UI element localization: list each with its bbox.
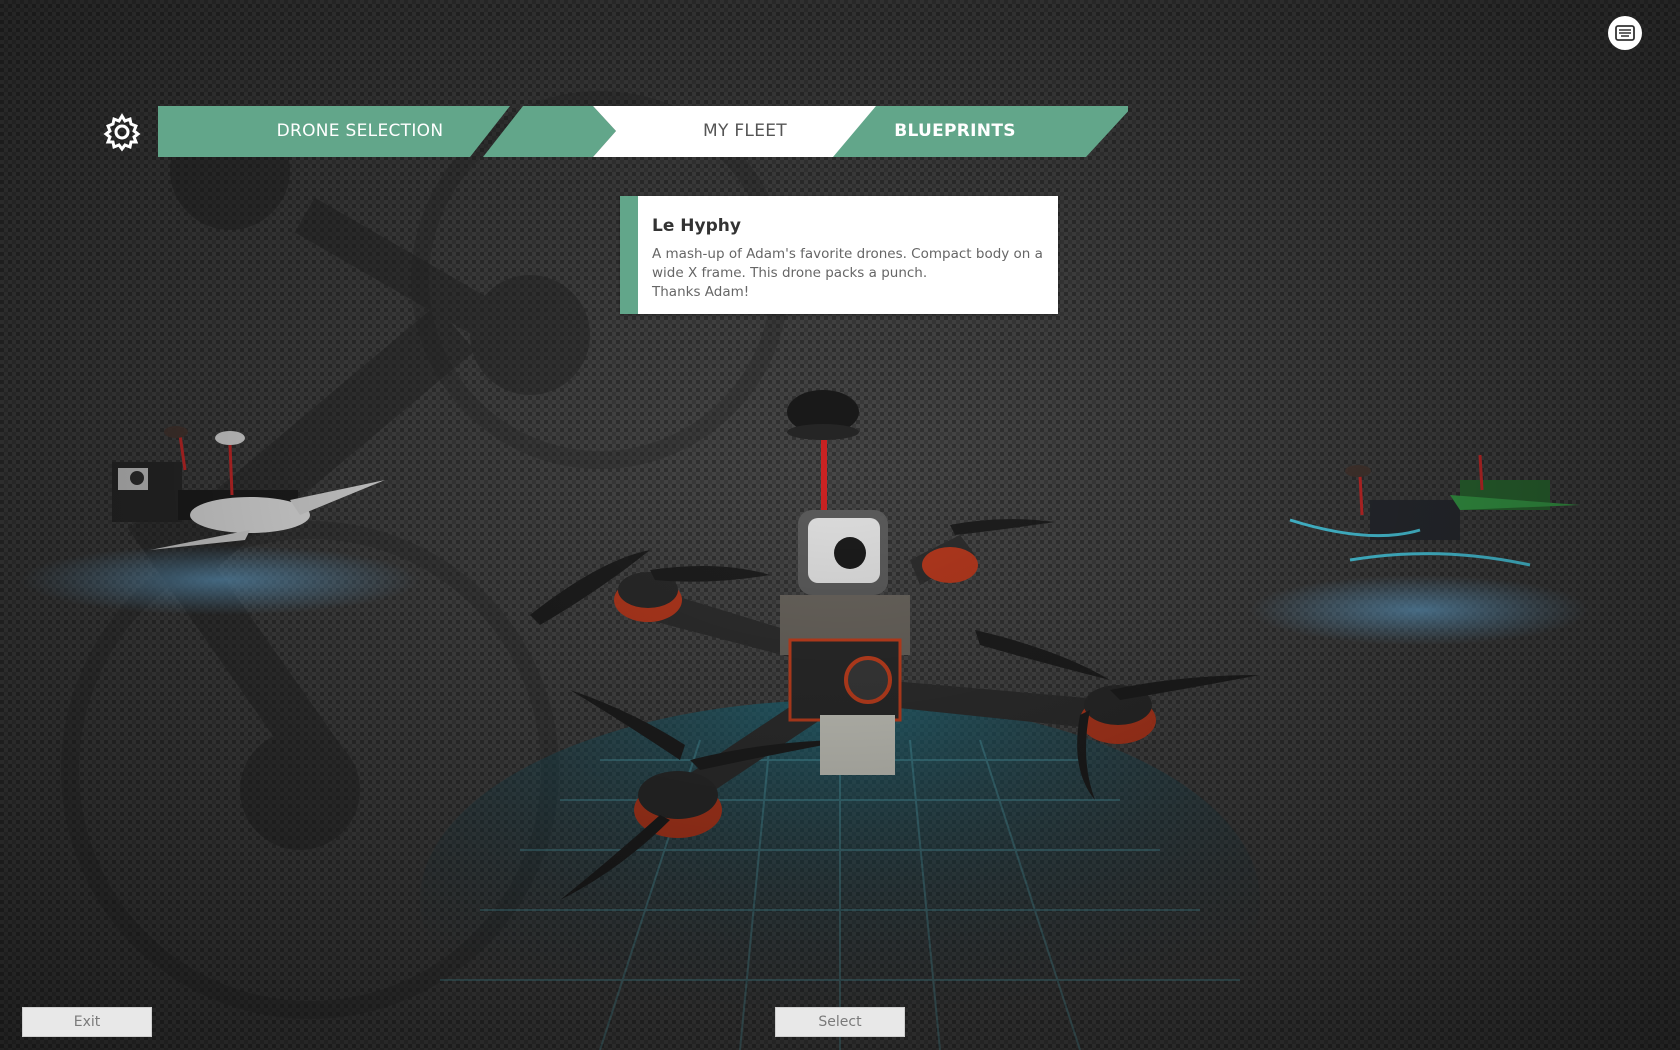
exit-button[interactable]: Exit — [22, 1007, 152, 1037]
tab-drone-selection[interactable]: DRONE SELECTION — [190, 106, 530, 157]
drone-info-card: Le Hyphy A mash-up of Adam's favorite dr… — [620, 196, 1058, 314]
tab-blueprints[interactable]: BLUEPRINTS — [860, 106, 1050, 157]
tab-my-fleet[interactable]: MY FLEET — [620, 106, 870, 157]
drone-name: Le Hyphy — [652, 216, 741, 236]
keyboard-glyph — [1615, 25, 1635, 41]
drone-description: A mash-up of Adam's favorite drones. Com… — [652, 246, 1043, 300]
select-button[interactable]: Select — [775, 1007, 905, 1037]
keyboard-icon[interactable] — [1608, 16, 1642, 50]
scene-background — [0, 0, 1680, 1050]
card-accent-strip — [620, 196, 638, 314]
gear-icon[interactable] — [102, 112, 142, 152]
